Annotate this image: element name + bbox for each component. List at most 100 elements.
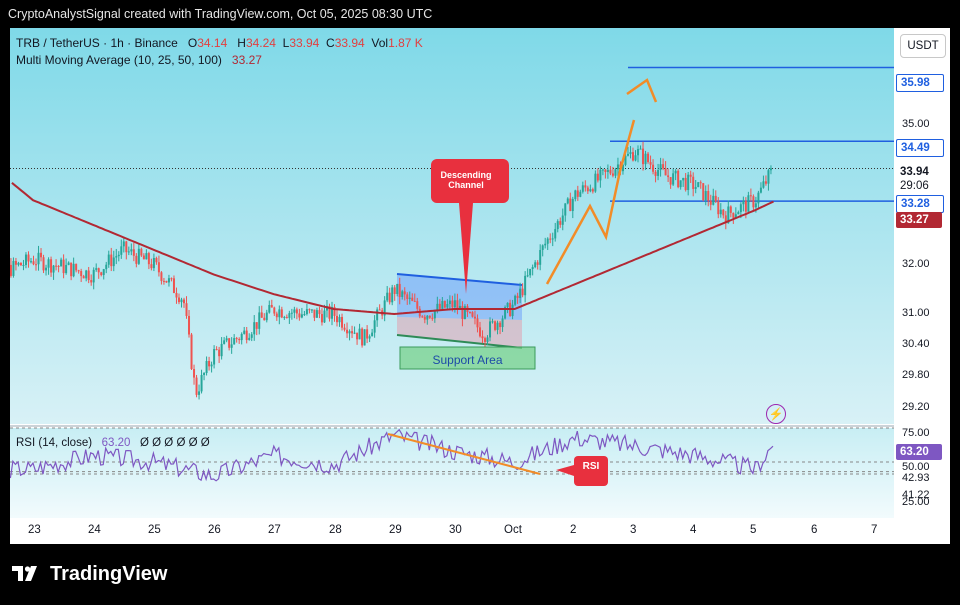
candle-body — [47, 259, 50, 268]
candle-body — [443, 300, 446, 308]
candle-body — [601, 169, 604, 171]
candle-body — [531, 267, 534, 270]
candle-body — [506, 302, 509, 308]
price-label-34-49: 34.49 — [896, 139, 944, 157]
candle-body — [303, 314, 306, 316]
candle-body — [250, 334, 253, 338]
candle-body — [336, 315, 339, 323]
candle-body — [258, 312, 261, 329]
candle-body — [391, 287, 394, 303]
candle-body — [747, 195, 750, 212]
candle-body — [315, 310, 318, 318]
candle-body — [499, 322, 502, 328]
candle-body — [127, 251, 130, 253]
candle-body — [639, 148, 642, 150]
candle-body — [762, 181, 765, 188]
candle-body — [561, 215, 564, 225]
candle-body — [519, 288, 522, 298]
rsi-legend[interactable]: RSI (14, close) 63.20 Ø Ø Ø Ø Ø Ø — [16, 437, 210, 449]
callout-line-1: Descending — [440, 170, 492, 180]
candle-body — [614, 169, 617, 176]
candle-body — [147, 253, 150, 265]
candle-body — [674, 170, 677, 174]
candle-body — [453, 300, 456, 308]
candle-body — [313, 309, 316, 318]
candle-body — [579, 191, 582, 197]
candle-body — [305, 309, 308, 315]
candle-body — [489, 321, 492, 338]
candle-body — [97, 268, 100, 273]
candle-body — [699, 182, 702, 184]
candle-body — [769, 168, 772, 171]
ma-legend[interactable]: Multi Moving Average (10, 25, 50, 100) 3… — [16, 53, 262, 67]
axis-corner — [894, 518, 950, 544]
candle-body — [245, 330, 248, 340]
candle-body — [77, 270, 80, 272]
candle-body — [361, 328, 364, 346]
candle-body — [664, 168, 667, 176]
candle-body — [642, 148, 645, 165]
candle-body — [521, 288, 524, 296]
candle-body — [12, 260, 15, 276]
candle-body — [265, 312, 268, 321]
candle-body — [343, 327, 346, 330]
candle-body — [275, 313, 278, 318]
candle-body — [363, 329, 366, 346]
candle-body — [253, 322, 256, 335]
time-tick: 29 — [389, 524, 402, 536]
candle-body — [320, 314, 323, 323]
candle-body — [759, 187, 762, 193]
candle-body — [717, 201, 720, 215]
candle-body — [411, 297, 414, 301]
lightning-icon[interactable]: ⚡ — [766, 404, 786, 424]
candle-body — [652, 164, 655, 172]
candle-body — [310, 309, 313, 311]
candle-body — [22, 264, 25, 266]
candle-body — [75, 263, 78, 271]
candle-body — [441, 300, 444, 309]
candle-body — [230, 344, 233, 348]
candle-body — [451, 300, 454, 308]
candle-body — [72, 263, 75, 277]
candle-body — [115, 256, 118, 258]
price-chart-svg[interactable] — [10, 28, 894, 544]
candle-body — [476, 318, 479, 328]
candle-body — [461, 305, 464, 320]
candle-body — [494, 321, 497, 330]
candle-body — [160, 272, 163, 281]
chart-pane[interactable] — [10, 28, 894, 544]
candle-body — [80, 271, 83, 277]
candle-body — [554, 229, 557, 239]
time-tick: 30 — [449, 524, 462, 536]
candle-body — [589, 189, 592, 192]
candle-body — [348, 331, 351, 334]
candle-body — [559, 221, 562, 225]
candle-body — [37, 252, 40, 265]
candle-body — [576, 190, 579, 197]
candle-body — [183, 299, 186, 304]
candle-body — [694, 187, 697, 189]
candle-body — [248, 337, 251, 340]
candle-body — [629, 152, 632, 154]
candle-body — [551, 238, 554, 240]
candle-body — [29, 261, 32, 263]
candle-body — [233, 338, 236, 345]
candle-body — [356, 332, 359, 340]
candle-body — [268, 304, 271, 313]
price-label-33-28: 33.28 — [896, 195, 944, 213]
candle-body — [195, 377, 198, 395]
candle-body — [235, 338, 238, 340]
time-tick: 28 — [329, 524, 342, 536]
candle-body — [371, 332, 374, 337]
candle-body — [571, 199, 574, 212]
candle-body — [714, 195, 717, 202]
low-value: 33.94 — [289, 36, 320, 50]
candle-body — [60, 259, 63, 267]
candle-body — [484, 338, 487, 342]
currency-button[interactable]: USDT — [900, 34, 946, 58]
candle-body — [125, 241, 128, 253]
candle-body — [290, 312, 293, 314]
high-value: 34.24 — [245, 36, 276, 50]
candle-body — [744, 200, 747, 212]
candle-body — [486, 337, 489, 342]
